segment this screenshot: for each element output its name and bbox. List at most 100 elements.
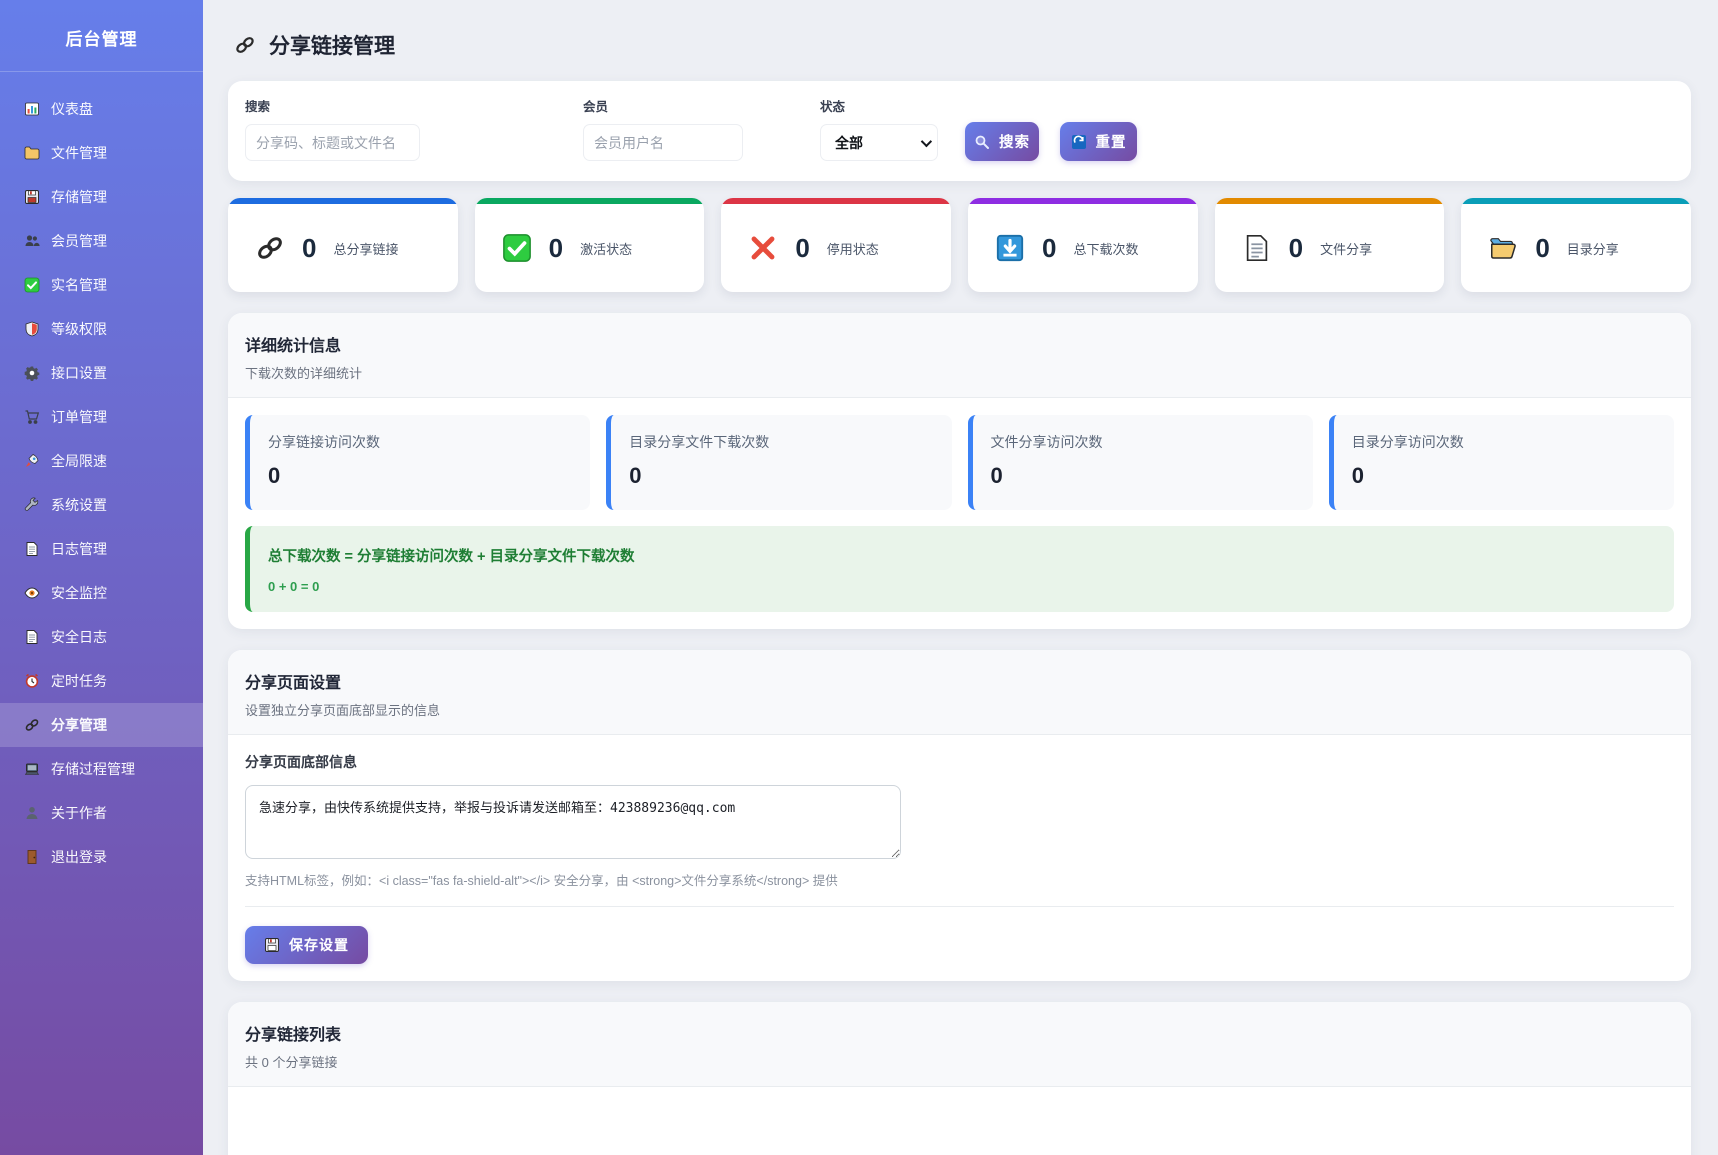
gear-icon: [24, 365, 40, 381]
file-icon: [1242, 233, 1272, 263]
sidebar-item-label: 日志管理: [51, 539, 107, 559]
form-divider: [245, 906, 1674, 907]
sidebar-item-label: 安全监控: [51, 583, 107, 603]
reset-button-label: 重置: [1096, 131, 1127, 152]
sidebar-item-scheduled-tasks[interactable]: 定时任务: [0, 659, 203, 703]
save-settings-label: 保存设置: [289, 935, 349, 955]
sidebar-item-logout[interactable]: 退出登录: [0, 835, 203, 879]
door-icon: [24, 849, 40, 865]
detail-stats-panel: 详细统计信息 下载次数的详细统计 分享链接访问次数 0 目录分享文件下载次数 0…: [228, 313, 1691, 629]
cart-icon: [24, 409, 40, 425]
sidebar-item-security-monitor[interactable]: 安全监控: [0, 571, 203, 615]
rocket-icon: [24, 453, 40, 469]
footer-info-label: 分享页面底部信息: [245, 752, 1674, 772]
sidebar-item-security-log[interactable]: 安全日志: [0, 615, 203, 659]
open-folder-icon: [1488, 233, 1518, 263]
share-list-count: 共 0 个分享链接: [245, 1052, 1674, 1071]
sidebar-item-label: 存储管理: [51, 187, 107, 207]
sidebar-item-label: 等级权限: [51, 319, 107, 339]
user-icon: [24, 805, 40, 821]
search-button[interactable]: 搜索: [965, 122, 1039, 161]
sidebar-item-label: 订单管理: [51, 407, 107, 427]
detail-stats-header: 详细统计信息 下载次数的详细统计: [228, 313, 1691, 398]
detail-value: 0: [629, 463, 933, 489]
member-field-group: 会员: [583, 96, 820, 161]
sidebar-item-label: 退出登录: [51, 847, 107, 867]
wrench-icon: [24, 497, 40, 513]
sidebar-item-log-management[interactable]: 日志管理: [0, 527, 203, 571]
stat-value: 0: [302, 233, 316, 264]
document-icon: [24, 541, 40, 557]
member-field-label: 会员: [583, 96, 820, 115]
sidebar-item-order-management[interactable]: 订单管理: [0, 395, 203, 439]
stat-label: 激活状态: [580, 239, 632, 258]
detail-value: 0: [991, 463, 1295, 489]
detail-label: 目录分享访问次数: [1352, 432, 1656, 452]
detail-value: 0: [268, 463, 572, 489]
page-title: 分享链接管理: [269, 30, 395, 60]
search-input[interactable]: [245, 124, 420, 161]
sidebar-item-realname-management[interactable]: 实名管理: [0, 263, 203, 307]
status-select[interactable]: 全部: [820, 124, 938, 161]
sidebar-item-about-author[interactable]: 关于作者: [0, 791, 203, 835]
main-content: 分享链接管理 搜索 会员 状态 全部 搜索 重置: [203, 0, 1718, 1155]
save-icon: [264, 937, 280, 953]
footer-info-textarea[interactable]: 急速分享，由快传系统提供支持，举报与投诉请发送邮箱至：423889236@qq.…: [245, 785, 901, 859]
share-settings-header: 分享页面设置 设置独立分享页面底部显示的信息: [228, 650, 1691, 735]
save-settings-button[interactable]: 保存设置: [245, 926, 368, 964]
reset-icon: [1071, 134, 1087, 150]
stat-value: 0: [1042, 233, 1056, 264]
sidebar-item-label: 全局限速: [51, 451, 107, 471]
sidebar-item-storage-management[interactable]: 存储管理: [0, 175, 203, 219]
sidebar-item-file-management[interactable]: 文件管理: [0, 131, 203, 175]
stat-cards-row: 0 总分享链接 0 激活状态 0 停用状态 0: [228, 198, 1691, 292]
page-header: 分享链接管理: [228, 0, 1691, 81]
check-icon: [502, 233, 532, 263]
share-list-header: 分享链接列表 共 0 个分享链接: [228, 1002, 1691, 1087]
check-icon: [24, 277, 40, 293]
sidebar-item-dashboard[interactable]: 仪表盘: [0, 87, 203, 131]
detail-stats-subtitle: 下载次数的详细统计: [245, 363, 1674, 382]
stat-label: 停用状态: [827, 239, 879, 258]
sidebar-item-label: 文件管理: [51, 143, 107, 163]
search-button-label: 搜索: [999, 131, 1030, 152]
formula-calc: 0 + 0 = 0: [268, 579, 1656, 594]
sidebar: 后台管理 仪表盘 文件管理 存储管理 会员管理 实名管理 等级权限 接口设置: [0, 0, 203, 1155]
reset-button[interactable]: 重置: [1060, 122, 1137, 161]
sidebar-item-global-speed-limit[interactable]: 全局限速: [0, 439, 203, 483]
sidebar-item-label: 存储过程管理: [51, 759, 135, 779]
computer-icon: [24, 761, 40, 777]
link-icon: [234, 34, 256, 56]
alarm-clock-icon: [24, 673, 40, 689]
share-settings-title: 分享页面设置: [245, 669, 1674, 693]
sidebar-item-label: 关于作者: [51, 803, 107, 823]
filter-panel: 搜索 会员 状态 全部 搜索 重置: [228, 81, 1691, 181]
share-settings-panel: 分享页面设置 设置独立分享页面底部显示的信息 分享页面底部信息 急速分享，由快传…: [228, 650, 1691, 981]
search-icon: [974, 134, 990, 150]
users-icon: [24, 233, 40, 249]
stat-card-disabled: 0 停用状态: [721, 198, 951, 292]
stat-label: 目录分享: [1567, 239, 1619, 258]
app-title: 后台管理: [0, 0, 203, 71]
sidebar-item-share-management[interactable]: 分享管理: [0, 703, 203, 747]
stat-card-dir-shares: 0 目录分享: [1461, 198, 1691, 292]
sidebar-item-label: 仪表盘: [51, 99, 93, 119]
link-icon: [255, 233, 285, 263]
sidebar-item-label: 分享管理: [51, 715, 107, 735]
sidebar-item-level-permissions[interactable]: 等级权限: [0, 307, 203, 351]
search-field-group: 搜索: [245, 96, 583, 161]
detail-label: 目录分享文件下载次数: [629, 432, 933, 452]
share-settings-subtitle: 设置独立分享页面底部显示的信息: [245, 700, 1674, 719]
sidebar-item-system-settings[interactable]: 系统设置: [0, 483, 203, 527]
sidebar-item-member-management[interactable]: 会员管理: [0, 219, 203, 263]
detail-stats-grid: 分享链接访问次数 0 目录分享文件下载次数 0 文件分享访问次数 0 目录分享访…: [245, 415, 1674, 510]
stat-card-total-links: 0 总分享链接: [228, 198, 458, 292]
detail-label: 文件分享访问次数: [991, 432, 1295, 452]
member-input[interactable]: [583, 124, 743, 161]
status-field-group: 状态 全部: [820, 96, 943, 161]
sidebar-item-stored-procedure[interactable]: 存储过程管理: [0, 747, 203, 791]
sidebar-item-api-settings[interactable]: 接口设置: [0, 351, 203, 395]
eye-icon: [24, 585, 40, 601]
html-tags-hint: 支持HTML标签，例如：<i class="fas fa-shield-alt"…: [245, 870, 1674, 889]
status-field-label: 状态: [820, 96, 943, 115]
